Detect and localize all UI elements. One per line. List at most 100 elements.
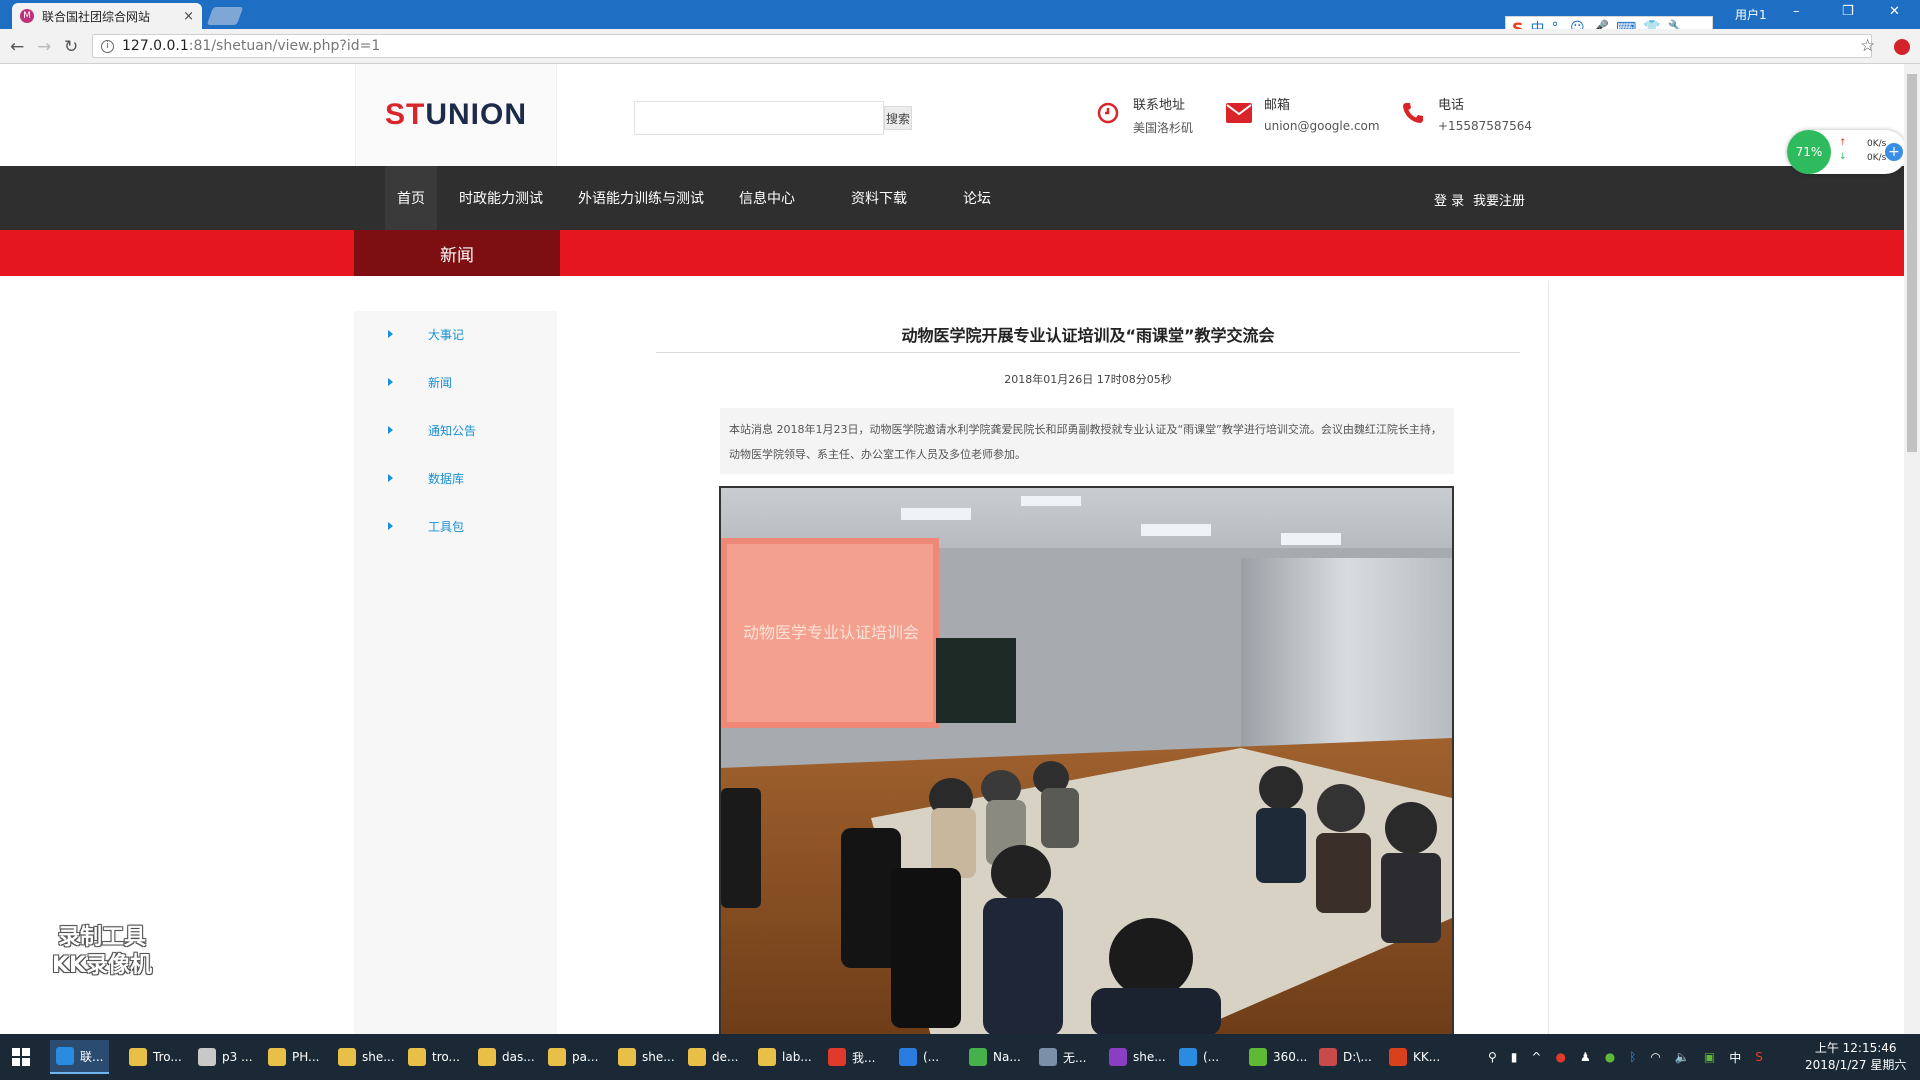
taskbar-item[interactable]: PH... <box>262 1040 326 1074</box>
taskbar-item-label: PH... <box>292 1050 320 1064</box>
taskbar-item[interactable]: pa... <box>542 1040 604 1074</box>
taskbar-item[interactable]: p3 ... <box>192 1040 259 1074</box>
taskbar-item[interactable]: Tro... <box>123 1040 188 1074</box>
taskbar-item[interactable]: D:\... <box>1313 1040 1378 1074</box>
site-info-icon[interactable]: i <box>101 39 114 53</box>
taskbar-item[interactable]: de... <box>682 1040 744 1074</box>
page-scrollbar[interactable] <box>1904 64 1920 1034</box>
nav-forum[interactable]: 论坛 <box>963 166 991 230</box>
site-favicon-icon: M <box>20 9 34 23</box>
article-date: 2018年01月26日 17时08分05秒 <box>1004 373 1172 386</box>
taskbar-item[interactable]: (... <box>1173 1040 1225 1074</box>
contact-phone-label: 电话 <box>1438 98 1465 113</box>
nav-downloads[interactable]: 资料下载 <box>851 166 907 230</box>
sidebar-item-news[interactable]: 新闻 <box>354 367 557 397</box>
taskbar-item[interactable]: 联... <box>50 1040 110 1074</box>
taskbar-item[interactable]: she... <box>612 1040 681 1074</box>
battery-icon[interactable]: ▮ <box>1511 1050 1518 1064</box>
taskbar-item[interactable]: she... <box>332 1040 401 1074</box>
tray-360-icon[interactable]: ● <box>1605 1050 1615 1064</box>
taskbar-item-label: (... <box>923 1050 940 1064</box>
taskbar-item[interactable]: Na... <box>963 1040 1027 1074</box>
taskbar-clock[interactable]: 上午 12:15:46 2018/1/27 星期六 <box>1805 1040 1906 1074</box>
wifi-icon[interactable]: ◠ <box>1650 1050 1660 1064</box>
bluetooth-icon[interactable]: ᛒ <box>1629 1050 1636 1064</box>
taskbar-item-label: 我... <box>852 1050 876 1065</box>
upload-speed: 0K/s <box>1867 139 1887 149</box>
site-logo[interactable]: ST UNION <box>355 64 557 166</box>
taskbar-item-label: she... <box>362 1050 395 1064</box>
minimize-button[interactable]: – <box>1793 4 1800 19</box>
reload-icon[interactable]: ↻ <box>64 37 78 57</box>
browser-user-label[interactable]: 用户1 <box>1735 6 1767 23</box>
sidebar-item-toolkit[interactable]: 工具包 <box>354 511 557 541</box>
taskbar-item[interactable]: (... <box>893 1040 945 1074</box>
url-text: 127.0.0.1:81/shetuan/view.php?id=1 <box>122 38 381 54</box>
sidebar-item-notices[interactable]: 通知公告 <box>354 415 557 445</box>
taskbar-item-label: das... <box>502 1050 535 1064</box>
bookmark-star-icon[interactable]: ☆ <box>1860 36 1875 56</box>
chrome-icon <box>56 1047 74 1065</box>
contact-email: 邮箱 union@google.com <box>1226 94 1380 133</box>
taskbar-item-label: Tro... <box>153 1050 182 1064</box>
network-speed-widget[interactable]: 71% ↑ ↓ 0K/s 0K/s + <box>1787 130 1907 174</box>
taskbar-item[interactable]: das... <box>472 1040 541 1074</box>
taskbar-item[interactable]: tro... <box>402 1040 466 1074</box>
folder-icon <box>129 1048 147 1066</box>
nav-info-center[interactable]: 信息中心 <box>739 166 795 230</box>
taskbar-item[interactable]: 无... <box>1033 1040 1092 1074</box>
people-icon[interactable]: ⚲ <box>1488 1050 1497 1064</box>
extension-icon[interactable] <box>1894 39 1910 55</box>
nav-home[interactable]: 首页 <box>385 166 437 230</box>
taskbar-item[interactable]: 我... <box>822 1040 881 1074</box>
tab-title: 联合国社团综合网站 <box>42 9 151 24</box>
close-window-button[interactable]: ✕ <box>1889 4 1900 19</box>
sidebar-item-database[interactable]: 数据库 <box>354 463 557 493</box>
new-tab-button[interactable] <box>206 7 244 25</box>
tray-ime-label[interactable]: 中 <box>1729 1049 1741 1066</box>
browser-tab[interactable]: M 联合国社团综合网站 × <box>12 3 202 29</box>
taskbar-item[interactable]: KK... <box>1383 1040 1446 1074</box>
forward-icon[interactable]: → <box>37 37 51 57</box>
search-input[interactable] <box>634 101 884 135</box>
tray-app-icon[interactable]: ● <box>1555 1050 1565 1064</box>
login-link[interactable]: 登 录 <box>1434 190 1464 209</box>
taskbar-item-label: p3 ... <box>222 1050 253 1064</box>
restore-button[interactable]: ❐ <box>1842 4 1854 19</box>
nav-politics-test[interactable]: 时政能力测试 <box>459 166 543 230</box>
taskbar-item[interactable]: lab... <box>752 1040 818 1074</box>
folder-icon <box>548 1048 566 1066</box>
plus-icon[interactable]: + <box>1885 143 1903 161</box>
tray-sogou-icon[interactable]: S <box>1755 1050 1763 1064</box>
register-link[interactable]: 我要注册 <box>1473 190 1525 209</box>
tray-expand-icon[interactable]: ^ <box>1531 1050 1541 1064</box>
main-nav: 首页 时政能力测试 外语能力训练与测试 信息中心 资料下载 论坛 登 录 我要注… <box>0 166 1904 230</box>
taskbar-item-label: Na... <box>993 1050 1021 1064</box>
tray-network-icon[interactable]: ▣ <box>1704 1050 1715 1064</box>
search-button[interactable]: 搜索 <box>884 106 912 130</box>
taskbar-item-label: D:\... <box>1343 1050 1372 1064</box>
folder-icon <box>338 1048 356 1066</box>
taskbar-item[interactable]: 360... <box>1243 1040 1313 1074</box>
contact-address: 联系地址 美国洛杉矶 <box>1095 94 1193 136</box>
volume-icon[interactable]: 🔈 <box>1675 1050 1690 1064</box>
tray-qq-icon[interactable]: ♟ <box>1580 1050 1591 1064</box>
taskbar-item-label: 联... <box>80 1049 104 1064</box>
weibo-icon <box>828 1048 846 1066</box>
contact-address-label: 联系地址 <box>1133 98 1186 113</box>
windows-start-icon[interactable] <box>12 1048 30 1066</box>
taskbar-item-label: 360... <box>1273 1050 1308 1064</box>
scrollbar-thumb[interactable] <box>1907 74 1917 452</box>
address-bar[interactable]: i 127.0.0.1:81/shetuan/view.php?id=1 <box>92 34 1872 58</box>
taskbar-item-label: she... <box>642 1050 675 1064</box>
back-icon[interactable]: ← <box>10 37 24 57</box>
nav-language-training[interactable]: 外语能力训练与测试 <box>578 166 704 230</box>
tab-close-icon[interactable]: × <box>183 9 194 24</box>
sidebar: 大事记 新闻 通知公告 数据库 工具包 <box>354 311 557 1034</box>
taskbar-item[interactable]: she... <box>1103 1040 1172 1074</box>
app-icon <box>1039 1048 1057 1066</box>
folder-icon <box>758 1048 776 1066</box>
sidebar-item-milestones[interactable]: 大事记 <box>354 319 557 349</box>
phpstorm-icon <box>1109 1048 1127 1066</box>
download-arrow-icon: ↓ <box>1839 152 1847 162</box>
